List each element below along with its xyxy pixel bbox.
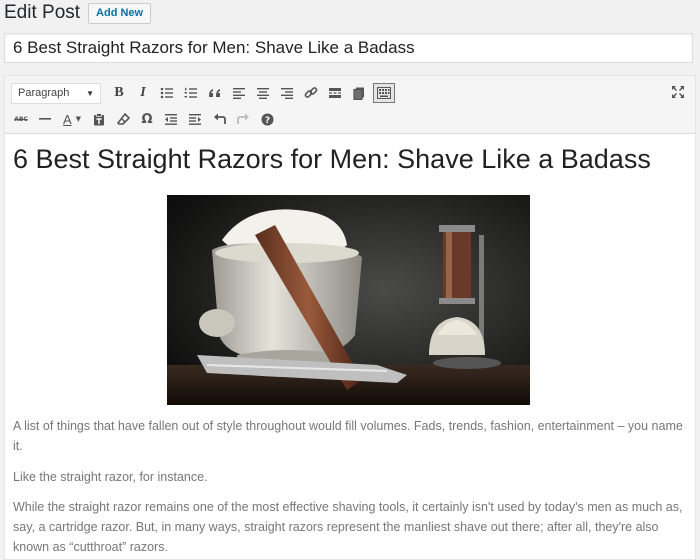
editor-content[interactable]: 6 Best Straight Razors for Men: Shave Li…	[13, 142, 685, 554]
strikethrough-glyph: ABC	[14, 115, 28, 123]
toolbar-row-2: ABC A ▼ Ω ?	[9, 107, 279, 131]
page-title: Edit Post	[4, 2, 81, 23]
chevron-down-icon: ▼	[86, 88, 94, 98]
align-center-icon[interactable]	[251, 82, 275, 104]
hero-image[interactable]	[167, 195, 530, 405]
horizontal-line-icon[interactable]	[33, 108, 57, 130]
format-select[interactable]: Paragraph ▼	[11, 82, 101, 104]
toolbar-row-1: Paragraph ▼ B I	[9, 81, 395, 105]
link-icon[interactable]	[299, 82, 323, 104]
text-color-glyph: A	[62, 111, 72, 127]
paragraph: Like the straight razor, for instance.	[13, 470, 208, 484]
italic-icon[interactable]: I	[131, 82, 155, 104]
editor: Paragraph ▼ B I ABC A ▼ Ω ? 6 Best Strai…	[4, 75, 696, 560]
help-glyph: ?	[264, 116, 269, 126]
align-right-icon[interactable]	[275, 82, 299, 104]
read-more-icon[interactable]	[323, 82, 347, 104]
blockquote-icon[interactable]	[203, 82, 227, 104]
format-select-value: Paragraph	[18, 87, 70, 99]
paragraph: A list of things that have fallen out of…	[13, 419, 683, 453]
undo-icon[interactable]	[207, 108, 231, 130]
clear-formatting-icon[interactable]	[111, 108, 135, 130]
kitchen-sink-icon[interactable]	[373, 83, 395, 103]
outdent-icon[interactable]	[159, 108, 183, 130]
page-header: Edit Post Add New	[4, 1, 152, 25]
paragraph: While the straight razor remains one of …	[13, 500, 683, 554]
fullscreen-icon[interactable]	[669, 83, 687, 101]
post-title-input[interactable]: 6 Best Straight Razors for Men: Shave Li…	[4, 33, 693, 63]
straight-razor-illustration	[167, 195, 530, 405]
paste-as-text-icon[interactable]	[87, 108, 111, 130]
content-heading: 6 Best Straight Razors for Men: Shave Li…	[13, 144, 651, 174]
indent-icon[interactable]	[183, 108, 207, 130]
bulleted-list-icon[interactable]	[155, 82, 179, 104]
toolbar-toggle-icon[interactable]	[347, 82, 371, 104]
chevron-down-icon: ▼	[75, 115, 82, 123]
add-new-button[interactable]: Add New	[88, 3, 152, 24]
special-character-icon[interactable]: Ω	[135, 108, 159, 130]
editor-toolbar: Paragraph ▼ B I ABC A ▼ Ω ?	[5, 76, 695, 134]
bold-icon[interactable]: B	[107, 82, 131, 104]
align-left-icon[interactable]	[227, 82, 251, 104]
text-color-icon[interactable]: A ▼	[57, 108, 87, 130]
numbered-list-icon[interactable]	[179, 82, 203, 104]
help-icon[interactable]: ?	[255, 108, 279, 130]
redo-icon[interactable]	[231, 108, 255, 130]
strikethrough-icon[interactable]: ABC	[9, 108, 33, 130]
